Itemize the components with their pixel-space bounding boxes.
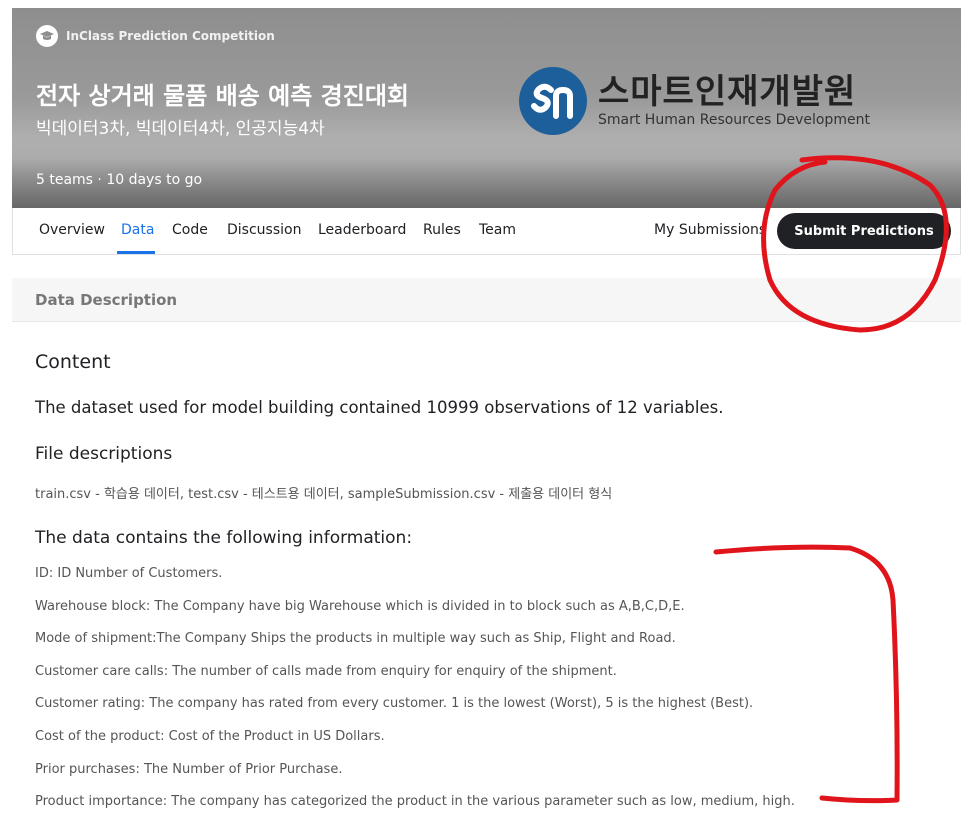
data-info-heading: The data contains the following informat… [35,528,413,548]
organizer-name-ko: 스마트인재개발원 [598,72,857,112]
organizer-logo-mark [519,67,587,135]
list-item: Mode of shipment:The Company Ships the p… [35,631,676,647]
competition-tabs: Overview Data Code Discussion Leaderboar… [12,208,961,255]
list-item: Cost of the product: Cost of the Product… [35,728,385,744]
file-descriptions-heading: File descriptions [35,444,173,464]
tab-overview[interactable]: Overview [39,222,105,238]
tab-leaderboard[interactable]: Leaderboard [318,222,406,238]
list-item: Product importance: The company has cate… [35,794,795,810]
competition-subtitle: 빅데이터3차, 빅데이터4차, 인공지능4차 [36,119,325,139]
list-item: Warehouse block: The Company have big Wa… [35,598,685,614]
list-item: ID: ID Number of Customers. [35,566,223,581]
list-item: Customer rating: The company has rated f… [35,696,754,712]
graduation-cap-icon [36,25,58,47]
competition-header: InClass Prediction Competition 전자 상거래 물품… [12,8,961,208]
active-tab-indicator [117,251,155,254]
dataset-intro: The dataset used for model building cont… [35,398,724,417]
data-description-header: Data Description [12,278,961,322]
organizer-logo: 스마트인재개발원 Smart Human Resources Developme… [518,66,870,136]
list-item: Prior purchases: The Number of Prior Pur… [35,761,343,777]
section-title: Data Description [35,291,178,309]
my-submissions-link[interactable]: My Submissions [654,222,766,238]
competition-meta: 5 teams · 10 days to go [36,172,203,188]
submit-predictions-button[interactable]: Submit Predictions [777,213,951,249]
competition-badge: InClass Prediction Competition [36,25,275,47]
file-descriptions-text: train.csv - 학습용 데이터, test.csv - 테스트용 데이터… [35,487,613,502]
tab-team[interactable]: Team [479,222,516,238]
data-info-list: ID: ID Number of Customers. Warehouse bl… [35,566,795,820]
competition-type: InClass Prediction Competition [66,29,275,43]
organizer-name-en: Smart Human Resources Development [598,112,870,128]
tab-code[interactable]: Code [172,222,208,238]
list-item: Customer care calls: The number of calls… [35,663,617,679]
tab-rules[interactable]: Rules [423,222,461,238]
content-heading: Content [35,351,111,373]
tab-data[interactable]: Data [121,222,154,238]
tab-discussion[interactable]: Discussion [227,222,301,238]
competition-title: 전자 상거래 물품 배송 예측 경진대회 [36,82,409,110]
